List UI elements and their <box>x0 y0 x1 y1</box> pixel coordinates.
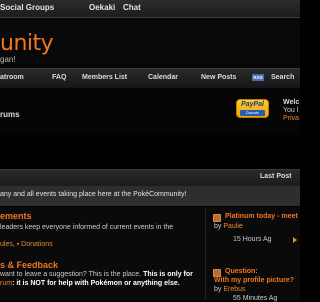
topnav-oekaki[interactable]: Oekaki <box>89 3 115 12</box>
nav-search[interactable]: Search <box>271 74 294 81</box>
by-label: by <box>214 286 222 293</box>
private-messages-link[interactable]: Priva <box>283 115 299 122</box>
nav-chatroom[interactable]: atroom <box>0 74 24 81</box>
last-post-author: by Erebus <box>214 286 246 293</box>
site-logo[interactable]: unity <box>0 31 54 56</box>
forum-row: ements leaders keep everyone informed of… <box>0 207 300 257</box>
topnav-chat[interactable]: Chat <box>123 3 141 12</box>
post-icon <box>213 269 221 277</box>
last-post-user[interactable]: Erebus <box>223 286 245 293</box>
category-row: any and all events taking place here at … <box>0 186 300 206</box>
forum-row: s & Feedback want to leave a suggestion?… <box>0 257 300 302</box>
subforum-link-donations[interactable]: Donations <box>21 241 53 248</box>
last-post-time: 55 Minutes Ag <box>233 295 278 302</box>
login-status-text: You l <box>283 107 299 114</box>
nav-faq[interactable]: FAQ <box>52 74 66 81</box>
forum-description-text: want to leave a suggestion? This is the … <box>0 271 144 278</box>
top-navigation: Social Groups Oekaki Chat <box>0 0 300 18</box>
paypal-donate-button[interactable]: PayPal Donate <box>236 99 269 118</box>
last-post-column-header: Last Post <box>260 173 292 180</box>
topnav-social-groups[interactable]: Social Groups <box>0 3 54 12</box>
nav-members-list[interactable]: Members List <box>82 74 127 81</box>
last-post-time: 15 Hours Ag <box>233 236 272 243</box>
forum-table-header: Last Post <box>0 169 300 187</box>
nav-calendar[interactable]: Calendar <box>148 74 178 81</box>
by-label: by <box>214 223 222 230</box>
post-icon <box>213 214 221 222</box>
forum-description-line-1: want to leave a suggestion? This is the … <box>0 271 193 278</box>
forum-description-link[interactable]: rum <box>0 280 12 287</box>
last-post-author: by Paulie <box>214 223 243 230</box>
welcome-text: Welc <box>283 99 300 106</box>
go-to-last-post-icon[interactable] <box>293 237 297 243</box>
forum-description: leaders keep everyone informed of curren… <box>0 224 174 231</box>
last-post-title-line-2[interactable]: With my profile picture? <box>214 277 294 284</box>
last-post-title[interactable]: Platinum today - meet <box>225 213 298 220</box>
donate-label: Donate <box>240 110 265 116</box>
forum-title[interactable]: ements <box>0 211 32 221</box>
column-divider <box>205 257 206 300</box>
forum-title[interactable]: s & Feedback <box>0 260 58 270</box>
column-divider <box>205 207 206 257</box>
site-tagline: gan! <box>0 55 16 64</box>
last-post-user[interactable]: Paulie <box>223 223 242 230</box>
paypal-label: PayPal <box>241 101 264 108</box>
subforum-link-rules[interactable]: ules <box>0 241 13 248</box>
forum-description-warning: : it is NOT for help with Pokémon or any… <box>12 280 180 287</box>
forum-subforums: ules, ▪ Donations <box>0 241 53 248</box>
category-description: any and all events taking place here at … <box>0 191 187 198</box>
last-post-title[interactable]: Question: <box>225 268 258 275</box>
rss-badge[interactable]: RSS <box>252 74 264 81</box>
forum-description-bold: This is only for <box>143 271 193 278</box>
forum-description-line-2: rum: it is NOT for help with Pokémon or … <box>0 280 180 287</box>
forums-heading: rums <box>0 110 20 119</box>
nav-new-posts[interactable]: New Posts <box>201 74 236 81</box>
site-header: unity gan! <box>0 18 300 68</box>
